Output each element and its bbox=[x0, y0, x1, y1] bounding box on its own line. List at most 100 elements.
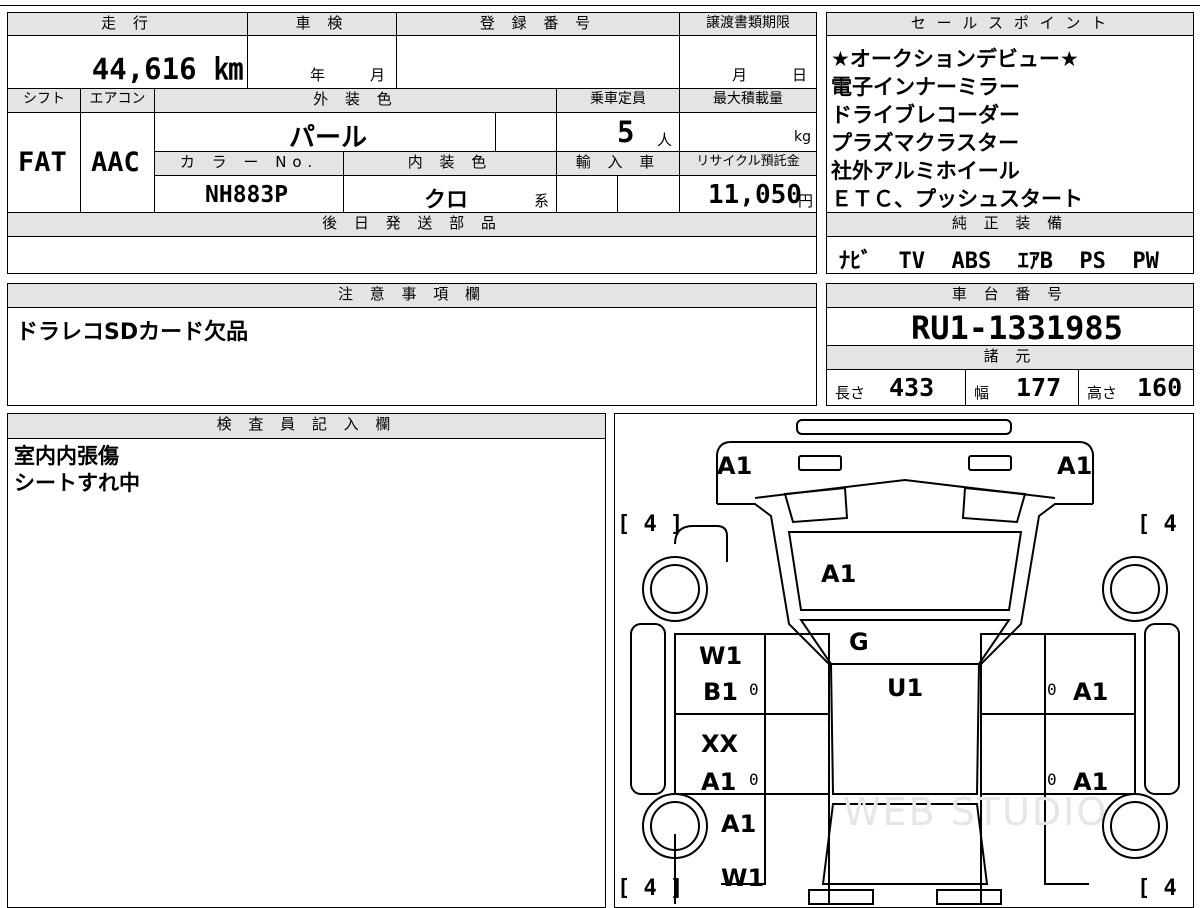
capacity-unit: 人 bbox=[657, 131, 673, 149]
max-load-cell: kg bbox=[679, 112, 817, 152]
capacity-header: 乗車定員 bbox=[556, 88, 680, 113]
mileage-cell: 44,616 ㎞ bbox=[7, 35, 248, 89]
sales-points-body: ★オークションデビュー★ 電子インナーミラー ドライブレコーダー プラズマクラス… bbox=[826, 35, 1194, 213]
length-cell: 長さ 433 bbox=[826, 369, 966, 406]
car-damage-diagram: A1 A1 A1 G U1 W1 B1 0 XX A1 0 A1 W1 0 A1… bbox=[614, 413, 1194, 908]
tire-front-left: [ 4 ] bbox=[617, 512, 684, 537]
aircon-cell: AAC bbox=[80, 112, 155, 213]
sales-point-line: ドライブレコーダー bbox=[831, 103, 1020, 127]
notes-body: ドラレコSDカード欠品 bbox=[7, 307, 817, 406]
shaken-year-label: 年 bbox=[310, 66, 326, 84]
tire-rear-right-value: 4 bbox=[1163, 876, 1177, 901]
tire-rear-left-value: 4 bbox=[643, 876, 657, 901]
mark-zero: 0 bbox=[1047, 680, 1057, 699]
capacity-value: 5 bbox=[617, 115, 635, 149]
max-load-unit: kg bbox=[794, 129, 811, 145]
transfer-day-label: 日 bbox=[792, 66, 808, 84]
tire-rear-left: [ 4 ] bbox=[617, 876, 684, 901]
tire-front-left-value: 4 bbox=[643, 512, 657, 537]
int-color-header: 内 装 色 bbox=[343, 151, 557, 176]
mark-roof: U1 bbox=[887, 674, 924, 702]
aircon-value: AAC bbox=[91, 147, 140, 178]
sales-point-line: 社外アルミホイール bbox=[831, 159, 1020, 183]
genuine-equipment-value: ﾅﾋﾞ TV ABS ｴｱB PS PW bbox=[839, 249, 1159, 274]
sales-points-header: セ ー ル ス ポ イ ン ト bbox=[826, 12, 1194, 36]
transfer-deadline-cell: 月 日 bbox=[679, 35, 817, 89]
height-label: 高さ bbox=[1087, 384, 1118, 402]
mark-rear-door-left-2: A1 bbox=[701, 768, 737, 796]
notes-header: 注 意 事 項 欄 bbox=[7, 283, 817, 308]
notes-text: ドラレコSDカード欠品 bbox=[16, 320, 249, 345]
mark-zero: 0 bbox=[749, 680, 759, 699]
shaken-month-label: 月 bbox=[370, 66, 386, 84]
recycle-value: 11,050 bbox=[708, 180, 802, 210]
chassis-value: RU1-1331985 bbox=[911, 309, 1123, 347]
mark-front-door-left-2: B1 bbox=[703, 678, 738, 706]
recycle-header: リサイクル預託金 bbox=[679, 151, 817, 176]
color-no-cell: NH883P bbox=[154, 175, 344, 213]
int-color-cell: クロ 系 bbox=[343, 175, 557, 213]
sales-point-line: ★オークションデビュー★ bbox=[831, 47, 1079, 71]
length-label: 長さ bbox=[835, 384, 866, 402]
reg-number-header: 登 録 番 号 bbox=[396, 12, 680, 36]
int-color-value: クロ bbox=[424, 188, 469, 213]
shaken-header: 車 検 bbox=[247, 12, 397, 36]
watermark: WEB STUDIO bbox=[843, 790, 1109, 834]
recycle-unit: 円 bbox=[797, 192, 813, 210]
mark-front-left: A1 bbox=[717, 452, 753, 480]
width-cell: 幅 177 bbox=[965, 369, 1079, 406]
chassis-cell: RU1-1331985 bbox=[826, 307, 1194, 347]
int-color-suffix: 系 bbox=[534, 192, 550, 210]
ext-color-extra-cell bbox=[495, 112, 557, 152]
capacity-cell: 5 人 bbox=[556, 112, 680, 152]
ext-color-value: パール bbox=[289, 123, 368, 153]
specs-header: 諸 元 bbox=[826, 345, 1194, 370]
mileage-value: 44,616 ㎞ bbox=[91, 52, 243, 86]
import-header: 輸 入 車 bbox=[556, 151, 680, 176]
sales-point-line: プラズマクラスター bbox=[831, 131, 1020, 155]
mark-hood: A1 bbox=[821, 560, 857, 588]
mark-rear-left-fender: A1 bbox=[721, 810, 757, 838]
mark-zero: 0 bbox=[749, 770, 759, 789]
mark-front-right: A1 bbox=[1057, 452, 1093, 480]
transfer-deadline-header: 譲渡書類期限 bbox=[679, 12, 817, 36]
ext-color-header: 外 装 色 bbox=[154, 88, 557, 113]
ext-color-cell: パール bbox=[154, 112, 496, 153]
color-no-value: NH883P bbox=[205, 182, 289, 208]
mileage-header: 走 行 bbox=[7, 12, 248, 36]
shaken-cell: 年 月 bbox=[247, 35, 397, 89]
length-value: 433 bbox=[889, 373, 935, 402]
later-parts-header: 後 日 発 送 部 品 bbox=[7, 212, 817, 237]
transfer-month-label: 月 bbox=[732, 66, 748, 84]
shift-value: FAT bbox=[18, 147, 67, 178]
max-load-header: 最大積載量 bbox=[679, 88, 817, 113]
color-no-header: カ ラ ー No. bbox=[154, 151, 344, 176]
height-value: 160 bbox=[1137, 373, 1183, 402]
genuine-equipment-cell: ﾅﾋﾞ TV ABS ｴｱB PS PW bbox=[826, 236, 1194, 274]
import-cell-a bbox=[556, 175, 618, 213]
sales-point-line: ＥＴＣ、プッシュスタート bbox=[831, 187, 1083, 211]
recycle-cell: 11,050 円 bbox=[679, 175, 817, 213]
mark-front-door-right: A1 bbox=[1073, 678, 1109, 706]
top-cutoff-strip bbox=[0, 0, 1200, 6]
sales-point-line: 電子インナーミラー bbox=[831, 75, 1020, 99]
width-label: 幅 bbox=[974, 384, 990, 402]
mark-rear-door-left-1: XX bbox=[701, 730, 739, 758]
aircon-header: エアコン bbox=[80, 88, 155, 113]
inspector-line: シートすれ中 bbox=[14, 471, 140, 495]
inspector-body: 室内内張傷 シートすれ中 bbox=[7, 438, 606, 908]
width-value: 177 bbox=[1016, 373, 1062, 402]
inspector-line: 室内内張傷 bbox=[14, 444, 119, 468]
shift-header: シフト bbox=[7, 88, 81, 113]
mark-zero: 0 bbox=[1047, 770, 1057, 789]
shift-cell: FAT bbox=[7, 112, 81, 213]
import-cell-b bbox=[617, 175, 680, 213]
inspector-header: 検 査 員 記 入 欄 bbox=[7, 413, 606, 439]
tire-front-right-value: 4 bbox=[1163, 512, 1177, 537]
mark-front-door-left-1: W1 bbox=[699, 642, 743, 670]
genuine-equipment-header: 純 正 装 備 bbox=[826, 212, 1194, 237]
reg-number-cell bbox=[396, 35, 680, 89]
tire-front-right: [ 4 ] bbox=[1137, 512, 1193, 537]
tire-rear-right: [ 4 ] bbox=[1137, 876, 1193, 901]
chassis-header: 車 台 番 号 bbox=[826, 283, 1194, 308]
